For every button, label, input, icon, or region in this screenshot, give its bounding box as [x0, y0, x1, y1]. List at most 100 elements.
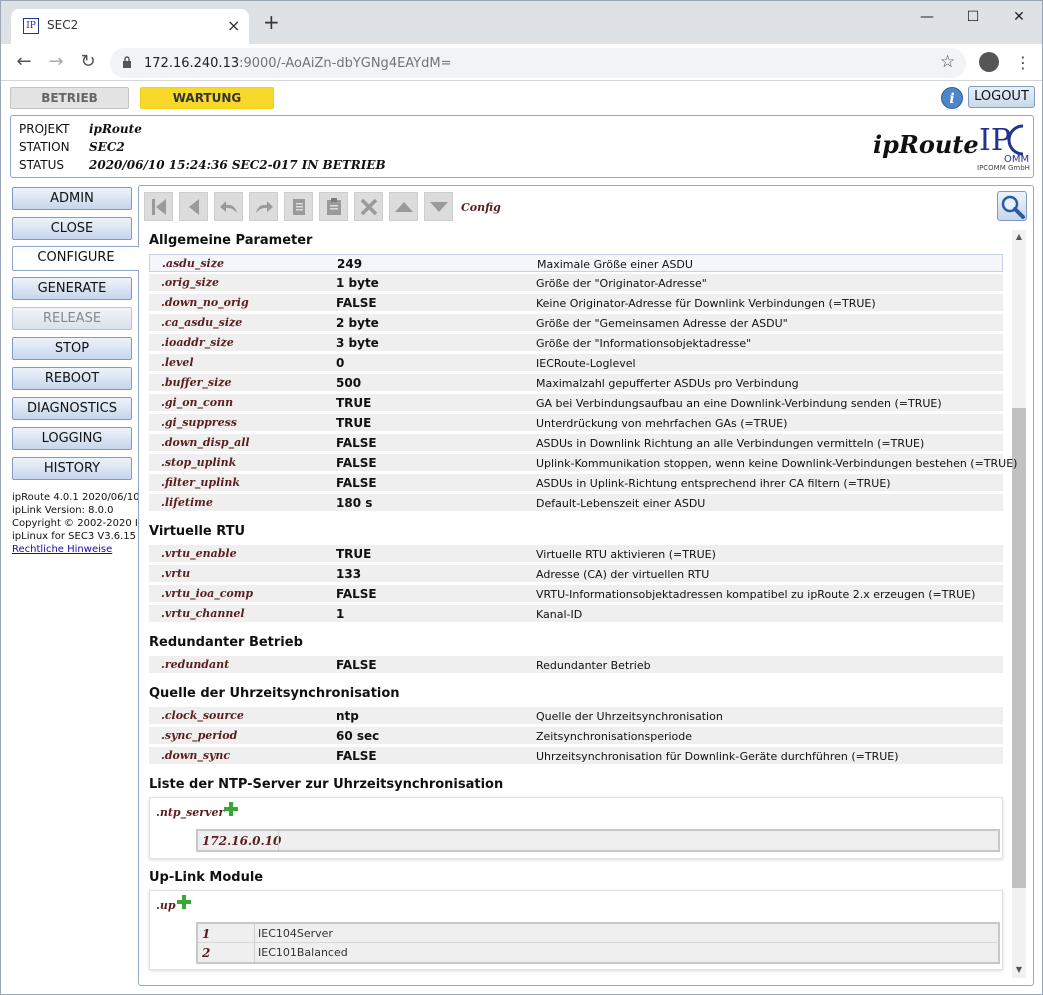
param-name: .down_no_orig	[161, 296, 249, 309]
section-title: Liste der NTP-Server zur Uhrzeitsynchron…	[149, 777, 504, 792]
param-value: 500	[336, 376, 362, 390]
search-button[interactable]	[997, 191, 1027, 221]
add-uplink-module-icon[interactable]	[177, 895, 191, 909]
window-close-icon[interactable]: ✕	[996, 5, 1042, 29]
param-description: Größe der "Informationsobjektadresse"	[536, 337, 752, 350]
projekt-row: PROJEKT ipRoute	[19, 122, 142, 136]
sidebar-generate-button[interactable]: GENERATE	[12, 277, 132, 300]
version-line: Copyright © 2002-2020 IP	[12, 518, 138, 529]
logout-button[interactable]: LOGOUT	[968, 86, 1035, 108]
add-ntp-server-icon[interactable]	[224, 802, 238, 816]
param-row[interactable]: .ca_asdu_size 2 byte Größe der "Gemeinsame…	[149, 314, 1003, 332]
param-row[interactable]: .down_disp_all FALSE ASDUs in Downlink Ric…	[149, 434, 1003, 452]
param-row[interactable]: .vrtu_enable TRUE Virtuelle RTU aktivieren…	[149, 545, 1003, 563]
delete-button[interactable]	[354, 192, 383, 221]
previous-icon	[189, 199, 199, 215]
param-row[interactable]: .vrtu 133 Adresse (CA) der virtuellen RTU	[149, 565, 1003, 583]
profile-avatar-icon[interactable]	[979, 52, 999, 72]
param-description: Adresse (CA) der virtuellen RTU	[536, 568, 710, 581]
param-value: 3 byte	[336, 336, 379, 350]
back-icon[interactable]: ←	[11, 50, 37, 76]
address-bar[interactable]: 172.16.240.13:9000/-AoAiZn-dbYGNg4EAYdM=…	[110, 48, 966, 78]
wartung-mode-button[interactable]: WARTUNG	[140, 87, 274, 109]
param-value: FALSE	[336, 456, 377, 470]
first-record-button[interactable]	[144, 192, 173, 221]
sidebar-reboot-button[interactable]: REBOOT	[12, 367, 132, 390]
param-row[interactable]: .vrtu_ioa_comp FALSE VRTU-Informationsobje…	[149, 585, 1003, 603]
param-name: .level	[161, 356, 194, 369]
module-name: IEC101Balanced	[258, 946, 348, 959]
betrieb-mode-button[interactable]: BETRIEB	[10, 87, 129, 109]
new-tab-icon[interactable]: +	[263, 12, 280, 32]
param-row[interactable]: .clock_source ntp Quelle der Uhrzeitsynchr…	[149, 707, 1003, 725]
move-down-button[interactable]	[424, 192, 453, 221]
param-row[interactable]: .down_no_orig FALSE Keine Originator-Adres…	[149, 294, 1003, 312]
previous-button[interactable]	[179, 192, 208, 221]
scroll-down-icon[interactable]: ▼	[1012, 963, 1026, 977]
reload-icon[interactable]: ↻	[75, 50, 101, 76]
param-description: Default-Lebenszeit einer ASDU	[536, 497, 706, 510]
sidebar-admin-button[interactable]: ADMIN	[12, 187, 132, 210]
param-value: TRUE	[336, 396, 372, 410]
param-row[interactable]: .ioaddr_size 3 byte Größe der "Information…	[149, 334, 1003, 352]
param-row[interactable]: .filter_uplink FALSE ASDUs in Uplink-Richt…	[149, 474, 1003, 492]
param-row[interactable]: .gi_suppress TRUE Unterdrückung von mehrfa…	[149, 414, 1003, 432]
undo-button[interactable]	[214, 192, 243, 221]
list-item[interactable]: 2 IEC101Balanced	[198, 943, 998, 962]
list-item[interactable]: 172.16.0.10	[198, 831, 998, 850]
move-up-button[interactable]	[389, 192, 418, 221]
maximize-icon[interactable]: ☐	[950, 5, 996, 29]
bookmark-star-icon[interactable]: ☆	[940, 52, 955, 72]
browser-menu-icon[interactable]: ⋮	[1015, 50, 1031, 76]
param-row[interactable]: .stop_uplink FALSE Uplink-Kommunikation st…	[149, 454, 1017, 472]
sidebar-stop-button[interactable]: STOP	[12, 337, 132, 360]
paste-button[interactable]	[319, 192, 348, 221]
list-item[interactable]: 1 IEC104Server	[198, 924, 998, 943]
browser-tab[interactable]: IP SEC2 ×	[11, 9, 249, 44]
param-name: .gi_on_conn	[161, 396, 234, 409]
projekt-label: PROJEKT	[19, 122, 70, 136]
param-row[interactable]: .vrtu_channel 1 Kanal-ID	[149, 605, 1003, 623]
forward-icon[interactable]: →	[43, 50, 69, 76]
param-name: .vrtu_channel	[161, 607, 245, 620]
version-line: ipRoute 4.0.1 2020/06/10	[12, 492, 138, 503]
param-row[interactable]: .level 0 IECRoute-Loglevel	[149, 354, 1003, 372]
param-value: TRUE	[336, 547, 372, 561]
param-row[interactable]: .gi_on_conn TRUE GA bei Verbindungsaufbau …	[149, 394, 1003, 412]
param-value: 1	[336, 607, 345, 621]
param-name: .lifetime	[161, 496, 213, 509]
scroll-up-icon[interactable]: ▲	[1012, 230, 1026, 244]
param-row[interactable]: .orig_size 1 byte Größe der "Originator-Ad…	[149, 274, 1003, 292]
sidebar-logging-button[interactable]: LOGGING	[12, 427, 132, 450]
sidebar-release-button[interactable]: RELEASE	[12, 307, 132, 330]
param-row[interactable]: .lifetime 180 s Default-Lebenszeit einer A…	[149, 494, 1003, 512]
section-title: Quelle der Uhrzeitsynchronisation	[149, 686, 400, 701]
param-value: 133	[336, 567, 362, 581]
ntp-server-list: .ntp_server 172.16.0.10	[149, 797, 1003, 859]
sidebar-close-button[interactable]: CLOSE	[12, 217, 132, 240]
minimize-icon[interactable]: —	[904, 5, 950, 29]
param-value: FALSE	[336, 436, 377, 450]
param-name: .ioaddr_size	[161, 336, 234, 349]
param-row[interactable]: .sync_period 60 sec Zeitsynchronisationspe…	[149, 727, 1003, 745]
project-header: PROJEKT ipRoute STATION SEC2 STATUS 2020/06…	[10, 115, 1034, 178]
ipcomm-favicon-icon: IP	[23, 18, 39, 34]
copy-button[interactable]	[284, 192, 313, 221]
sidebar-configure-button[interactable]: CONFIGURE	[12, 246, 139, 271]
station-row: STATION SEC2	[19, 140, 125, 154]
param-value: 180 s	[336, 496, 373, 510]
info-icon[interactable]: i	[941, 87, 963, 109]
sidebar-history-button[interactable]: HISTORY	[12, 457, 132, 480]
ipcomm-logo-icon: IP OMM	[979, 123, 1029, 165]
station-value: SEC2	[89, 140, 125, 154]
param-row[interactable]: .redundant FALSE Redundanter Betrieb	[149, 656, 1003, 674]
param-row[interactable]: .down_sync FALSE Uhrzeitsynchronisation fü…	[149, 747, 1003, 765]
param-row[interactable]: .asdu_size 249 Maximale Größe einer ASDU	[149, 254, 1003, 272]
redo-button[interactable]	[249, 192, 278, 221]
scrollbar-thumb[interactable]	[1012, 408, 1026, 888]
legal-notice-link[interactable]: Rechtliche Hinweise	[12, 544, 112, 555]
tab-close-icon[interactable]: ×	[227, 16, 240, 35]
param-description: IECRoute-Loglevel	[536, 357, 636, 370]
param-row[interactable]: .buffer_size 500 Maximalzahl gepufferter A…	[149, 374, 1003, 392]
sidebar-diagnostics-button[interactable]: DIAGNOSTICS	[12, 397, 132, 420]
